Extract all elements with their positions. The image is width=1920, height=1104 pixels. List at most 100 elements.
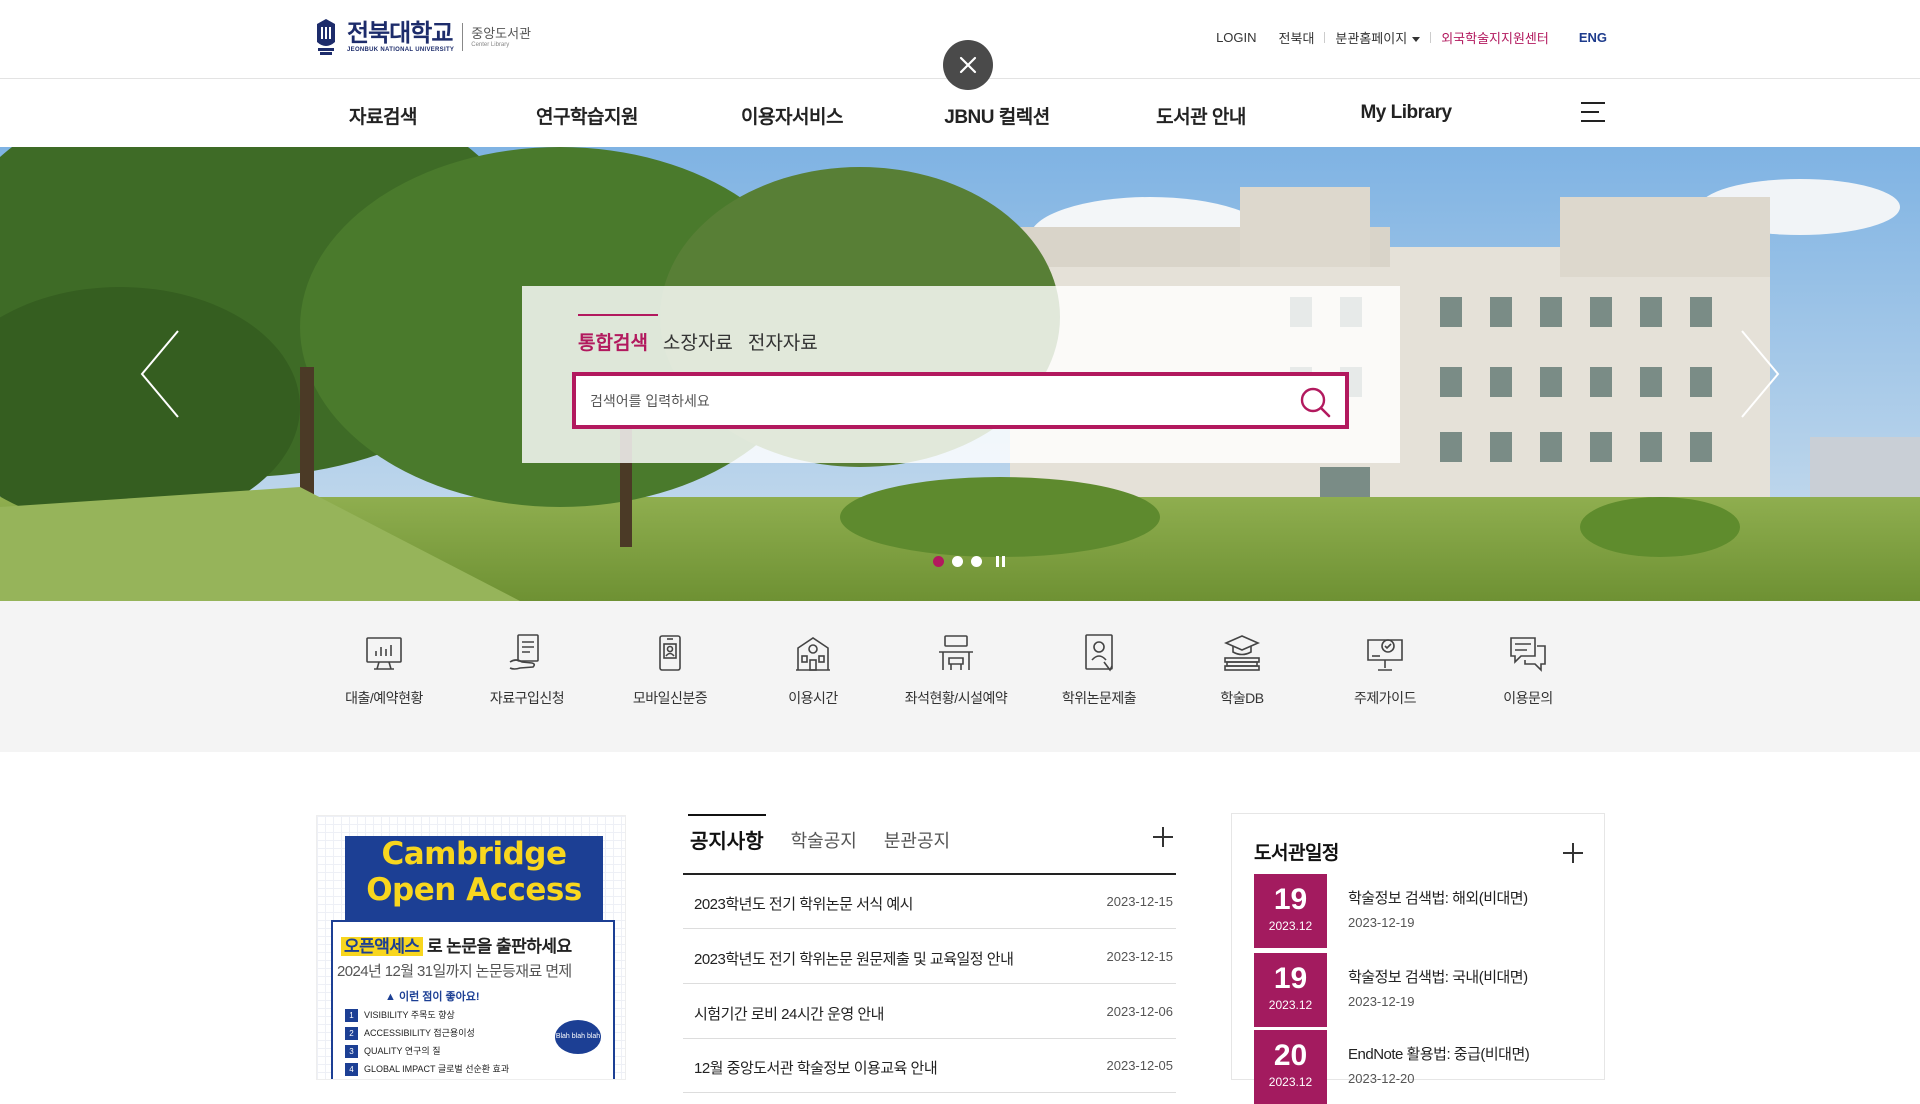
nav-item-research[interactable]: 연구학습지원 bbox=[536, 102, 638, 129]
notice-row[interactable]: 시험기간 로비 24시간 운영 안내 2023-12-06 bbox=[683, 985, 1176, 1039]
quick-label: 자료구입신청 bbox=[489, 690, 565, 706]
banner-point: 4 GLOBAL IMPACT 글로벌 선순환 효과 bbox=[345, 1060, 509, 1078]
slide-dot[interactable] bbox=[933, 556, 944, 567]
chat-bubbles-icon bbox=[1510, 637, 1546, 672]
hero-slider: 통합검색 소장자료 전자자료 bbox=[0, 147, 1920, 601]
quick-hours[interactable]: 이용시간 bbox=[743, 632, 883, 708]
caret-down-icon bbox=[1412, 37, 1421, 43]
graduation-books-icon bbox=[1224, 635, 1260, 671]
logo-divider bbox=[462, 23, 464, 51]
schedule-date: 2023-12-20 bbox=[1348, 1071, 1415, 1086]
login-link[interactable]: LOGIN bbox=[1216, 30, 1256, 45]
quick-mobile-id[interactable]: 모바일신분증 bbox=[600, 632, 740, 708]
logo-eng: JEONBUK NATIONAL UNIVERSITY bbox=[347, 47, 455, 53]
pause-icon[interactable] bbox=[996, 556, 1005, 567]
quick-subject-guide[interactable]: 주제가이드 bbox=[1315, 632, 1455, 708]
notice-row[interactable]: 12월 중앙도서관 학술정보 이용교육 안내 2023-12-05 bbox=[683, 1039, 1176, 1093]
slide-dot[interactable] bbox=[971, 556, 982, 567]
next-slide-arrow-icon[interactable] bbox=[1740, 329, 1780, 419]
notice-tabs: 공지사항 학술공지 분관공지 bbox=[688, 814, 950, 854]
branch-dropdown[interactable]: 분관홈페이지 bbox=[1335, 28, 1421, 47]
notice-title: 2023학년도 전기 학위논문 서식 예시 bbox=[694, 896, 913, 913]
schedule-item[interactable]: 19 2023.12 학술정보 검색법: 해외(비대면) 2023-12-19 bbox=[1254, 874, 1584, 948]
quick-purchase-request[interactable]: 자료구입신청 bbox=[457, 632, 597, 708]
quick-label: 이용문의 bbox=[1503, 690, 1553, 706]
tab-notices[interactable]: 공지사항 bbox=[688, 814, 766, 854]
nav-item-about[interactable]: 도서관 안내 bbox=[1156, 102, 1246, 129]
logo-sub-kr: 중앙도서관 bbox=[471, 26, 532, 41]
banner-subtitle: 오픈액세스 로 논문을 출판하세요 bbox=[341, 932, 572, 957]
schedule-item[interactable]: 19 2023.12 학술정보 검색법: 국내(비대면) 2023-12-19 bbox=[1254, 953, 1584, 1027]
speech-bubble: Blah blah blah bbox=[555, 1020, 601, 1054]
quick-label: 대출/예약현황 bbox=[345, 690, 423, 706]
quick-label: 주제가이드 bbox=[1354, 690, 1416, 706]
slide-dot[interactable] bbox=[952, 556, 963, 567]
schedule-year-month: 2023.12 bbox=[1268, 1075, 1313, 1089]
notice-row[interactable]: 2023학년도 전기 학위논문 원문제출 및 교육일정 안내 2023-12-1… bbox=[683, 930, 1176, 984]
banner-title-line1: Cambridge bbox=[381, 836, 567, 872]
prev-slide-arrow-icon[interactable] bbox=[140, 329, 180, 419]
notice-date: 2023-12-15 bbox=[1106, 894, 1174, 909]
site-logo[interactable]: 전북대학교 JEONBUK NATIONAL UNIVERSITY 중앙도서관 … bbox=[313, 17, 531, 57]
search-panel: 통합검색 소장자료 전자자료 bbox=[522, 286, 1400, 463]
close-button[interactable] bbox=[943, 40, 993, 90]
notice-row[interactable]: 2023학년도 전기 학위논문 서식 예시 2023-12-15 bbox=[683, 875, 1176, 929]
notice-date: 2023-12-06 bbox=[1106, 1004, 1174, 1019]
nav-item-collection[interactable]: JBNU 컬렉션 bbox=[944, 102, 1050, 129]
foreign-journal-link[interactable]: 외국학술지지원센터 bbox=[1441, 28, 1549, 47]
quick-academic-db[interactable]: 학술DB bbox=[1172, 632, 1312, 708]
quick-loan-status[interactable]: 대출/예약현황 bbox=[314, 632, 454, 708]
schedule-day: 19 bbox=[1273, 962, 1308, 995]
building-icon bbox=[796, 637, 830, 671]
quick-thesis-submit[interactable]: 학위논문제출 bbox=[1029, 632, 1169, 708]
notice-title: 시험기간 로비 24시간 운영 안내 bbox=[694, 1006, 884, 1023]
quick-label: 학위논문제출 bbox=[1061, 690, 1137, 706]
notice-date: 2023-12-15 bbox=[1106, 949, 1174, 964]
nav-item-search[interactable]: 자료검색 bbox=[349, 102, 417, 129]
nav-item-mylibrary[interactable]: My Library bbox=[1360, 102, 1452, 124]
notice-date: 2023-12-05 bbox=[1106, 1058, 1174, 1073]
schedule-year-month: 2023.12 bbox=[1268, 998, 1313, 1012]
schedule-date-badge: 19 2023.12 bbox=[1254, 874, 1327, 948]
quick-seat-reservation[interactable]: 좌석현황/시설예약 bbox=[886, 632, 1026, 708]
tab-integrated-search[interactable]: 통합검색 bbox=[578, 314, 658, 355]
schedule-year-month: 2023.12 bbox=[1268, 919, 1313, 933]
search-icon[interactable] bbox=[1299, 386, 1331, 418]
schedule-date-badge: 19 2023.12 bbox=[1254, 953, 1327, 1027]
banner-point: 3 QUALITY 연구의 질 bbox=[345, 1042, 509, 1060]
quick-label: 좌석현황/시설예약 bbox=[904, 690, 1008, 706]
logo-text: 전북대학교 JEONBUK NATIONAL UNIVERSITY bbox=[347, 21, 455, 54]
logo-sub: 중앙도서관 Center Library bbox=[471, 26, 531, 48]
menu-icon[interactable] bbox=[1581, 100, 1605, 124]
quick-label: 학술DB bbox=[1220, 690, 1264, 706]
tab-holdings[interactable]: 소장자료 bbox=[663, 328, 733, 355]
quick-label: 이용시간 bbox=[788, 690, 838, 706]
presentation-guide-icon bbox=[1367, 639, 1403, 671]
jbnu-link[interactable]: 전북대 bbox=[1279, 28, 1315, 47]
schedule-more-icon[interactable] bbox=[1563, 843, 1583, 863]
schedule-name: EndNote 활용법: 중급(비대면) bbox=[1348, 1046, 1530, 1063]
tab-branch-notices[interactable]: 분관공지 bbox=[884, 827, 950, 853]
slide-indicator bbox=[933, 556, 1005, 567]
tab-academic-notices[interactable]: 학술공지 bbox=[791, 827, 857, 853]
main-nav: 자료검색 연구학습지원 이용자서비스 JBNU 컬렉션 도서관 안내 My Li… bbox=[0, 80, 1920, 147]
quick-inquiry[interactable]: 이용문의 bbox=[1458, 632, 1598, 708]
notice-title: 12월 중앙도서관 학술정보 이용교육 안내 bbox=[694, 1060, 938, 1077]
thesis-icon bbox=[1085, 634, 1113, 672]
tab-electronic[interactable]: 전자자료 bbox=[748, 328, 818, 355]
schedule-date-badge: 20 2023.12 bbox=[1254, 1030, 1327, 1104]
schedule-title: 도서관일정 bbox=[1254, 843, 1339, 864]
utility-menu: LOGIN 전북대 분관홈페이지 외국학술지지원센터 ENG bbox=[1216, 28, 1607, 47]
schedule-item[interactable]: 20 2023.12 EndNote 활용법: 중급(비대면) 2023-12-… bbox=[1254, 1030, 1584, 1104]
schedule-date: 2023-12-19 bbox=[1348, 915, 1415, 930]
banner-subtitle-rest: 로 논문을 출판하세요 bbox=[426, 937, 572, 956]
english-link[interactable]: ENG bbox=[1579, 30, 1607, 45]
nav-item-services[interactable]: 이용자서비스 bbox=[741, 102, 843, 129]
separator bbox=[1324, 32, 1326, 43]
notice-more-icon[interactable] bbox=[1153, 827, 1173, 847]
logo-sub-en: Center Library bbox=[471, 42, 510, 48]
search-input[interactable] bbox=[590, 388, 1270, 414]
schedule-day: 20 bbox=[1273, 1039, 1308, 1072]
quick-label: 모바일신분증 bbox=[632, 690, 708, 706]
cambridge-banner[interactable]: Cambridge Open Access 오픈액세스 로 논문을 출판하세요 … bbox=[316, 815, 626, 1080]
